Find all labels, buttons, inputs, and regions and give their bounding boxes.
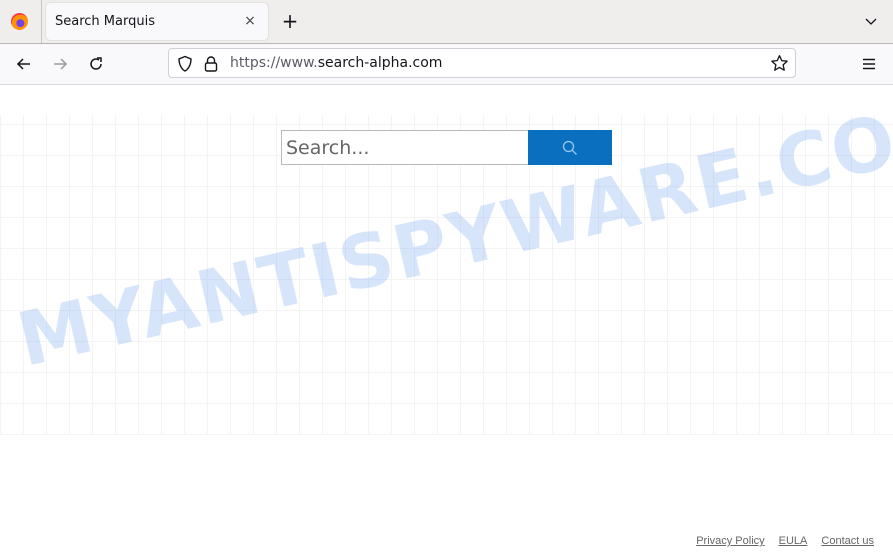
back-button[interactable] bbox=[12, 52, 36, 76]
reload-icon bbox=[90, 57, 102, 70]
hamburger-menu-icon bbox=[863, 58, 875, 70]
tab-separator bbox=[41, 0, 42, 43]
shield-icon[interactable] bbox=[177, 55, 193, 73]
reload-button[interactable] bbox=[84, 52, 108, 76]
tab-active[interactable]: Search Marquis × bbox=[46, 3, 268, 40]
tab-title: Search Marquis bbox=[55, 14, 155, 29]
lock-icon[interactable] bbox=[204, 55, 218, 73]
url-domain: search-alpha.com bbox=[317, 55, 443, 71]
arrow-right-icon bbox=[54, 58, 68, 70]
menu-button[interactable] bbox=[857, 52, 881, 76]
nav-bar: https://www.search-alpha.com bbox=[0, 44, 893, 85]
search-icon bbox=[562, 140, 577, 155]
url-text[interactable]: https://www.search-alpha.com bbox=[230, 55, 442, 71]
contact-us-link[interactable]: Contact us bbox=[821, 535, 874, 547]
search-button[interactable] bbox=[528, 130, 612, 165]
tab-bar: Search Marquis × + bbox=[0, 0, 893, 44]
url-bar[interactable]: https://www.search-alpha.com bbox=[168, 48, 796, 78]
new-tab-button[interactable]: + bbox=[279, 10, 301, 32]
page-content: MYANTISPYWARE.COM Privacy Policy EULA Co… bbox=[0, 85, 893, 556]
forward-button[interactable] bbox=[48, 52, 72, 76]
close-icon[interactable]: × bbox=[240, 11, 260, 31]
chevron-down-icon[interactable] bbox=[862, 12, 880, 30]
firefox-logo-icon[interactable] bbox=[11, 13, 28, 30]
arrow-left-icon bbox=[16, 58, 30, 70]
footer-links: Privacy Policy EULA Contact us bbox=[696, 535, 874, 547]
privacy-policy-link[interactable]: Privacy Policy bbox=[696, 535, 764, 547]
search-input[interactable] bbox=[281, 130, 529, 165]
url-prefix: https://www. bbox=[230, 55, 318, 71]
bookmark-star-icon[interactable] bbox=[770, 54, 789, 73]
eula-link[interactable]: EULA bbox=[779, 535, 808, 547]
